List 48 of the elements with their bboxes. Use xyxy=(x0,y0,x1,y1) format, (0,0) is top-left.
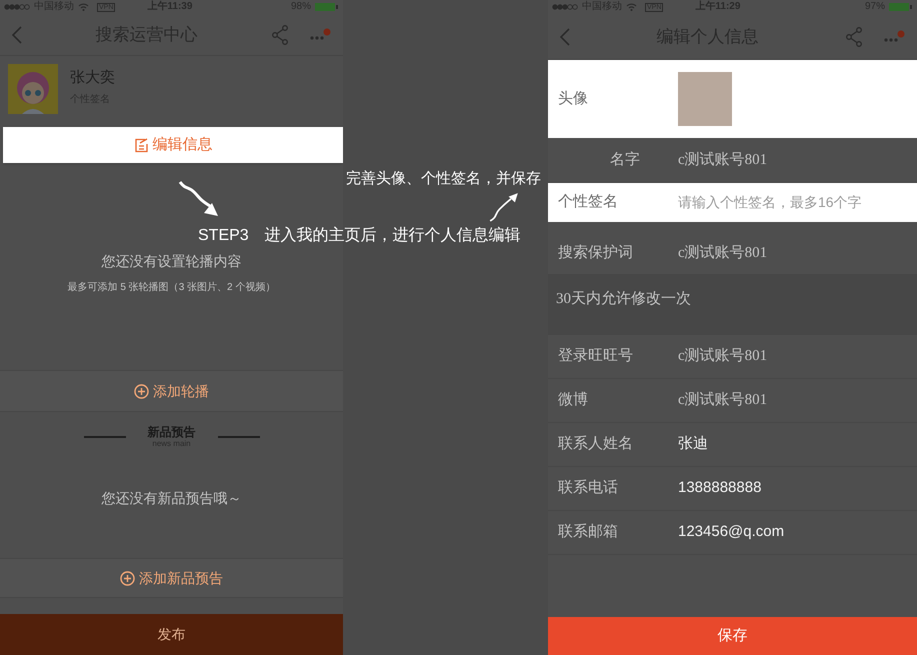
share-icon[interactable] xyxy=(271,24,289,44)
field-label: 微博 xyxy=(558,390,589,410)
field-value: c测试账号801 xyxy=(678,150,768,170)
field-label: 名字 xyxy=(609,150,641,170)
more-icon[interactable] xyxy=(309,28,331,42)
publish-button[interactable]: 发布 xyxy=(0,614,343,655)
field-label: 个性签名 xyxy=(558,192,619,212)
field-value: 张迪 xyxy=(678,434,708,454)
avatar-row[interactable]: 头像 xyxy=(548,60,917,138)
plus-circle-icon xyxy=(120,570,135,586)
wifi-icon xyxy=(626,3,637,11)
more-icon[interactable] xyxy=(883,30,905,44)
empty-carousel-text: 您还没有设置轮播内容 xyxy=(102,252,242,271)
field-label: 登录旺旺号 xyxy=(558,346,634,366)
caption-text: STEP3 进入我的主页后，进行个人信息编辑 xyxy=(198,226,521,246)
back-icon[interactable] xyxy=(12,26,22,44)
signal-icon xyxy=(4,4,30,10)
field-value: c测试账号801 xyxy=(678,390,768,410)
field-value: 123456@q.com xyxy=(678,522,784,542)
arrow-icon xyxy=(178,180,220,218)
field-label: 搜索保护词 xyxy=(558,242,634,263)
wifi-icon xyxy=(78,3,89,11)
battery-icon xyxy=(889,3,913,11)
edit-icon xyxy=(134,138,148,152)
signature-field[interactable]: 个性签名 请输入个性签名，最多16个字 xyxy=(548,183,917,222)
add-news-button[interactable]: 添加新品预告 xyxy=(0,558,343,598)
empty-news-text: 您还没有新品预告哦～ xyxy=(102,489,242,508)
field-label: 头像 xyxy=(558,88,589,109)
caption-text: 完善头像、个性签名，并保存 xyxy=(346,169,541,189)
photo-placeholder xyxy=(678,72,732,126)
save-button[interactable]: 保存 xyxy=(548,617,917,655)
back-icon[interactable] xyxy=(560,28,570,46)
field-label: 联系人姓名 xyxy=(558,434,634,454)
signal-icon xyxy=(552,4,578,10)
field-label: 联系邮箱 xyxy=(558,522,619,542)
field-value: c测试账号801 xyxy=(678,244,768,263)
plus-circle-icon xyxy=(134,384,149,398)
field-label: 联系电话 xyxy=(558,478,619,498)
field-value: 1388888888 xyxy=(678,478,762,498)
cartoon-avatar-icon xyxy=(8,64,58,114)
signature-input[interactable]: 请输入个性签名，最多16个字 xyxy=(678,192,907,213)
add-carousel-button[interactable]: 添加轮播 xyxy=(0,370,343,412)
share-icon[interactable] xyxy=(845,26,863,46)
edit-info-button[interactable]: 编辑信息 xyxy=(3,127,343,163)
field-value: c测试账号801 xyxy=(678,346,768,366)
battery-icon xyxy=(315,3,339,11)
carousel-hint-text: 最多可添加 5 张轮播图（3 张图片、2 个视频） xyxy=(68,280,276,295)
note-text: 30天内允许修改一次 xyxy=(556,291,691,307)
